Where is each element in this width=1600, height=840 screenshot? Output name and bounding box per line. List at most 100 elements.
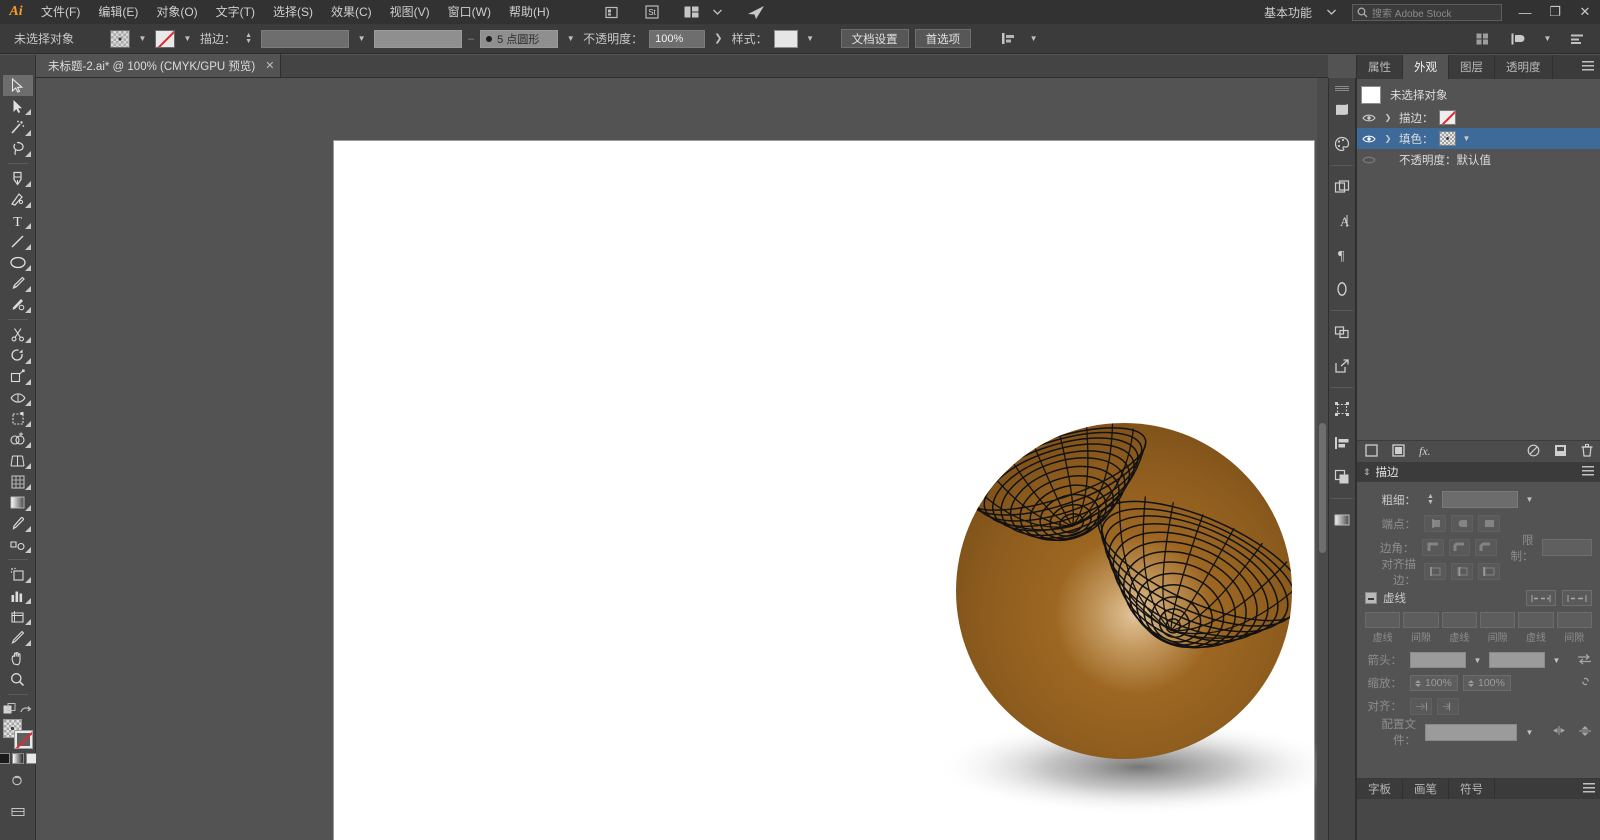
duplicate-item-icon[interactable] <box>1554 444 1567 460</box>
dash-adjust-to-fit-icon[interactable] <box>1562 590 1592 606</box>
slice-tool[interactable] <box>3 627 33 648</box>
dash-input-3[interactable] <box>1518 612 1553 628</box>
menu-effect[interactable]: 效果(C) <box>322 0 381 24</box>
panel-menu-icon[interactable] <box>1583 783 1595 795</box>
align-icon[interactable] <box>1330 431 1354 455</box>
link-arrow-scales-icon[interactable] <box>1579 675 1592 691</box>
menu-view[interactable]: 视图(V) <box>381 0 439 24</box>
fill-and-stroke-indicator[interactable] <box>3 719 33 749</box>
swap-arrowheads-icon[interactable] <box>1577 653 1592 668</box>
align-options-icon[interactable] <box>1564 27 1590 51</box>
opacity-icon[interactable] <box>1330 277 1354 301</box>
bridge-icon[interactable] <box>599 0 625 24</box>
gradient-mode-icon[interactable] <box>12 753 24 764</box>
tab-appearance[interactable]: 外观 <box>1403 55 1449 79</box>
variable-width-profile-select[interactable] <box>374 30 462 48</box>
transform-icon[interactable] <box>1330 397 1354 421</box>
align-stroke-center-icon[interactable] <box>1424 563 1446 580</box>
curvature-tool[interactable] <box>3 189 33 210</box>
minimize-button[interactable]: — <box>1510 0 1540 24</box>
close-button[interactable]: ✕ <box>1570 0 1600 24</box>
tab-layers[interactable]: 图层 <box>1449 55 1495 79</box>
artboards-icon[interactable] <box>1330 320 1354 344</box>
projecting-cap-icon[interactable] <box>1478 515 1500 532</box>
menu-edit[interactable]: 编辑(E) <box>89 0 147 24</box>
document-tab[interactable]: 未标题-2.ai* @ 100% (CMYK/GPU 预览) ✕ <box>36 54 281 77</box>
export-icon[interactable] <box>1330 354 1354 378</box>
symbol-sprayer-tool[interactable] <box>3 564 33 585</box>
stroke-swatch[interactable] <box>14 730 33 749</box>
brush-definition-select[interactable]: 5 点圆形 <box>480 30 558 48</box>
bevel-join-icon[interactable] <box>1475 539 1496 556</box>
direct-selection-tool[interactable] <box>3 96 33 117</box>
style-chevron-down-icon[interactable]: ▼ <box>804 30 817 48</box>
transform-icon[interactable] <box>1469 27 1495 51</box>
stroke-limit-input[interactable] <box>1542 539 1592 556</box>
add-new-fill-icon[interactable] <box>1392 444 1405 460</box>
column-graph-tool[interactable] <box>3 585 33 606</box>
appearance-opacity-row[interactable]: 不透明度：默认值 <box>1357 149 1600 170</box>
scrollbar-thumb[interactable] <box>1319 423 1326 553</box>
opacity-input[interactable]: 100% <box>649 30 705 48</box>
close-icon[interactable]: ✕ <box>265 59 274 72</box>
workspace-selector[interactable]: 基本功能 <box>1258 4 1318 21</box>
zoom-tool[interactable] <box>3 669 33 690</box>
document-setup-button[interactable]: 文档设置 <box>841 29 909 48</box>
shaper-tool[interactable] <box>3 294 33 315</box>
fill-chevron-down-icon[interactable]: ▼ <box>136 30 149 48</box>
gap-input-1[interactable] <box>1403 612 1438 628</box>
restore-button[interactable]: ❐ <box>1540 0 1570 24</box>
paintbrush-tool[interactable] <box>3 273 33 294</box>
align-chevron-down-icon[interactable]: ▼ <box>1027 30 1040 48</box>
arrowhead-end-select[interactable] <box>1489 652 1545 668</box>
line-segment-tool[interactable] <box>3 231 33 252</box>
dash-preserve-exact-icon[interactable] <box>1526 590 1556 606</box>
stroke-weight-chevron-down-icon[interactable]: ▼ <box>355 30 368 48</box>
tab-transparency[interactable]: 透明度 <box>1495 55 1553 79</box>
artboard[interactable] <box>334 141 1314 840</box>
menu-type[interactable]: 文字(T) <box>207 0 264 24</box>
color-icon[interactable] <box>1330 132 1354 156</box>
stroke-panel-header[interactable]: ⇕ 描边 <box>1357 462 1600 482</box>
fill-color-swatch[interactable] <box>110 30 130 48</box>
gradient-tool[interactable] <box>3 492 33 513</box>
chevron-down-icon[interactable] <box>705 0 731 24</box>
graphic-style-swatch[interactable] <box>774 30 798 48</box>
color-mode-icon[interactable] <box>0 753 10 764</box>
arrange-icon[interactable] <box>1505 27 1531 51</box>
ellipse-tool[interactable] <box>3 252 33 273</box>
gap-input-2[interactable] <box>1480 612 1515 628</box>
align-stroke-outside-icon[interactable] <box>1478 563 1500 580</box>
flip-along-icon[interactable] <box>1552 725 1566 739</box>
appearance-fill-row[interactable]: ❯ 填色： ▼ <box>1357 128 1600 149</box>
symbols-icon[interactable] <box>1330 175 1354 199</box>
selection-tool[interactable] <box>3 75 33 96</box>
chevron-down-icon[interactable] <box>1318 0 1344 24</box>
appearance-fill-swatch[interactable] <box>1439 131 1456 146</box>
perspective-grid-tool[interactable] <box>3 450 33 471</box>
align-stroke-inside-icon[interactable] <box>1451 563 1473 580</box>
chevron-right-icon[interactable]: ❯ <box>1382 113 1394 122</box>
drawing-mode-icon[interactable] <box>3 703 17 716</box>
free-transform-tool[interactable] <box>3 408 33 429</box>
arrange-documents-icon[interactable] <box>679 0 705 24</box>
lasso-tool[interactable] <box>3 138 33 159</box>
dash-input-2[interactable] <box>1442 612 1477 628</box>
visibility-eye-icon[interactable] <box>1361 131 1377 147</box>
panel-menu-icon[interactable] <box>1582 466 1594 478</box>
eyedropper-tool[interactable] <box>3 513 33 534</box>
tab-properties[interactable]: 属性 <box>1357 55 1403 79</box>
shape-builder-tool[interactable] <box>3 429 33 450</box>
pen-tool[interactable] <box>3 168 33 189</box>
chevron-down-icon[interactable]: ▼ <box>1523 491 1536 509</box>
appearance-stroke-swatch[interactable] <box>1439 110 1456 125</box>
change-screen-mode-button[interactable] <box>3 770 33 791</box>
stroke-chevron-down-icon[interactable]: ▼ <box>181 30 194 48</box>
type-tool[interactable]: T <box>3 210 33 231</box>
arrow-scale-end-input[interactable]: 100% <box>1463 675 1511 691</box>
arrowhead-start-select[interactable] <box>1410 652 1466 668</box>
delete-item-icon[interactable] <box>1581 444 1593 460</box>
paragraph-icon[interactable]: ¶ <box>1330 243 1354 267</box>
gap-input-3[interactable] <box>1557 612 1592 628</box>
preferences-button[interactable]: 首选项 <box>915 29 972 48</box>
